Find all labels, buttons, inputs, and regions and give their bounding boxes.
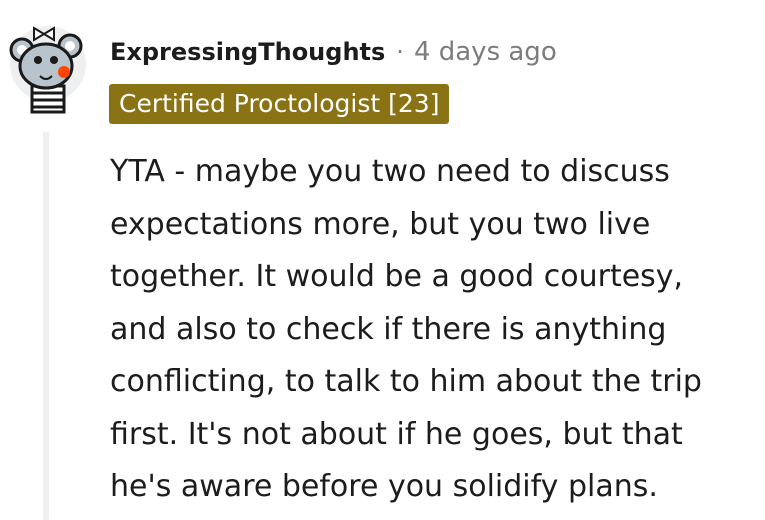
comment-text-line: and also to check if there is anything — [110, 311, 667, 347]
user-flair-badge: Certified Proctologist [23] — [109, 84, 450, 124]
comment-body: YTA - maybe you two need to discuss expe… — [110, 146, 760, 514]
thread-line[interactable] — [43, 132, 49, 520]
koala-avatar-icon — [9, 26, 86, 114]
comment-text-line: YTA - maybe you two need to discuss — [110, 154, 670, 189]
user-avatar[interactable] — [8, 16, 88, 116]
comment-text-line: he's aware before you solidify plans. — [110, 469, 658, 504]
meta-separator: · — [396, 38, 404, 66]
comment-text-line: expectations more, but you two live — [110, 206, 651, 242]
comment-timestamp[interactable]: 4 days ago — [414, 37, 557, 67]
comment-text-line: conflicting, to talk to him about the tr… — [110, 364, 702, 399]
comment-header: ExpressingThoughts · 4 days ago — [110, 32, 557, 72]
comment-text-line: first. It's not about if he goes, but th… — [110, 416, 683, 452]
comment-author[interactable]: ExpressingThoughts — [110, 38, 385, 66]
comment-text-line: together. It would be a good courtesy, — [110, 259, 684, 294]
